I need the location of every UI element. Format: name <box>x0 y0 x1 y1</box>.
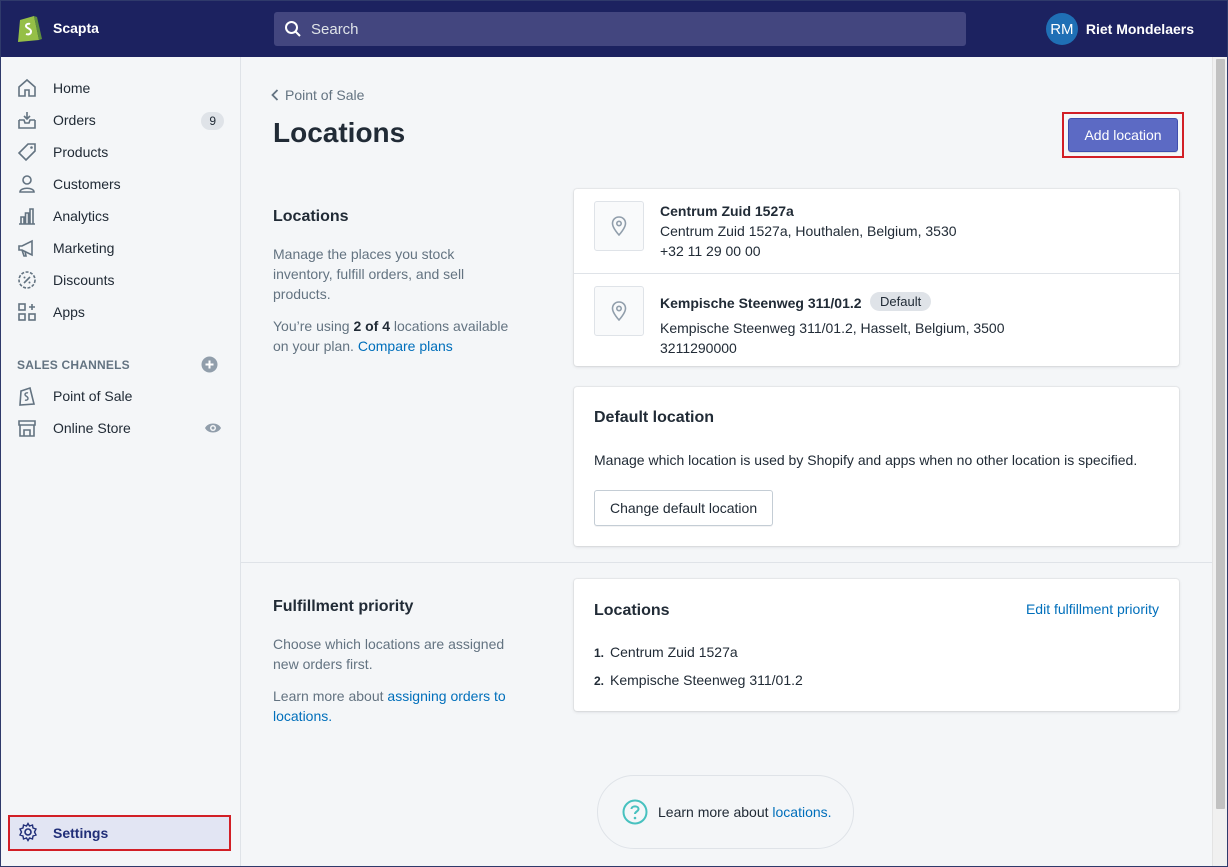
fulfillment-priority-card: Locations Edit fulfillment priority 1. Ce… <box>574 579 1179 711</box>
add-location-highlight: Add location <box>1062 112 1184 158</box>
sidebar-item-analytics[interactable]: Analytics <box>16 202 226 230</box>
sidebar-item-label: Marketing <box>53 240 115 256</box>
default-location-heading: Default location <box>594 409 715 426</box>
help-footer: Learn more about locations. <box>597 775 854 849</box>
priority-list-item: 2. Kempische Steenweg 311/01.2 <box>594 672 803 688</box>
priority-location-name: Kempische Steenweg 311/01.2 <box>610 672 803 688</box>
location-pin-icon <box>594 201 644 251</box>
store-icon <box>16 417 38 439</box>
orders-count-badge: 9 <box>201 112 224 130</box>
gear-icon <box>18 821 38 845</box>
location-row[interactable]: Centrum Zuid 1527a Centrum Zuid 1527a, H… <box>574 189 1179 274</box>
user-menu[interactable]: RM Riet Mondelaers <box>1045 13 1194 45</box>
add-location-button[interactable]: Add location <box>1068 118 1178 152</box>
default-location-card: Default location Manage which location i… <box>574 387 1179 546</box>
priority-list-item: 1. Centrum Zuid 1527a <box>594 644 738 660</box>
user-name: Riet Mondelaers <box>1085 21 1194 37</box>
main-content: Point of Sale Locations Add location Loc… <box>241 57 1212 867</box>
customer-icon <box>16 173 38 195</box>
help-prefix: Learn more about <box>658 804 773 820</box>
sidebar-item-label: Home <box>53 80 91 96</box>
location-name: Kempische Steenweg 311/01.2 <box>660 295 862 311</box>
sidebar-item-label: Discounts <box>53 272 115 288</box>
sidebar-item-online-store[interactable]: Online Store <box>16 414 226 442</box>
locations-help-link[interactable]: locations <box>772 804 827 820</box>
location-phone: 3211290000 <box>660 340 737 356</box>
breadcrumb-label: Point of Sale <box>285 87 365 103</box>
locations-list-card: Centrum Zuid 1527a Centrum Zuid 1527a, H… <box>574 189 1179 366</box>
help-text: Learn more about locations. <box>658 804 832 820</box>
avatar: RM <box>1045 13 1078 45</box>
default-badge: Default <box>870 292 932 311</box>
sidebar-item-label: Apps <box>53 304 85 320</box>
sidebar-item-label: Settings <box>53 825 109 841</box>
eye-icon[interactable] <box>204 421 222 435</box>
sidebar-item-label: Online Store <box>53 420 131 436</box>
megaphone-icon <box>16 237 38 259</box>
location-address: Kempische Steenweg 311/01.2, Hasselt, Be… <box>660 320 1005 336</box>
analytics-icon <box>16 205 38 227</box>
sidebar-item-label: Orders <box>53 112 96 128</box>
fulfillment-learn-more: Learn more about assigning orders to loc… <box>273 686 518 726</box>
store-name[interactable]: Scapta <box>53 20 99 36</box>
sales-channels-heading: SALES CHANNELS <box>17 358 130 372</box>
sidebar-item-apps[interactable]: Apps <box>16 298 226 326</box>
sidebar-item-customers[interactable]: Customers <box>16 170 226 198</box>
shopify-logo-icon[interactable] <box>16 13 42 43</box>
section-divider <box>241 562 1212 563</box>
sidebar-item-settings[interactable]: Settings <box>8 815 231 851</box>
search-input[interactable]: Search <box>274 12 966 46</box>
sidebar: Home Orders 9 Products Customers Analyti… <box>0 57 241 867</box>
search-icon <box>285 21 301 37</box>
default-location-text: Manage which location is used by Shopify… <box>594 452 1138 468</box>
locations-section-description: Manage the places you stock inventory, f… <box>273 246 465 302</box>
priority-location-name: Centrum Zuid 1527a <box>610 644 738 660</box>
sidebar-item-home[interactable]: Home <box>16 74 226 102</box>
location-pin-icon <box>594 286 644 336</box>
sidebar-item-label: Analytics <box>53 208 110 224</box>
sidebar-item-point-of-sale[interactable]: Point of Sale <box>16 382 226 410</box>
compare-plans-link[interactable]: Compare plans <box>358 338 453 354</box>
usage-count: 2 of 4 <box>353 318 391 334</box>
locations-section-heading: Locations <box>273 208 349 225</box>
pos-icon <box>16 385 38 407</box>
scrollbar[interactable] <box>1212 57 1227 866</box>
sidebar-item-label: Products <box>53 144 109 160</box>
sidebar-item-label: Point of Sale <box>53 388 133 404</box>
breadcrumb[interactable]: Point of Sale <box>271 87 364 103</box>
edit-fulfillment-priority-link[interactable]: Edit fulfillment priority <box>1026 601 1159 617</box>
add-channel-icon[interactable] <box>201 356 218 373</box>
plan-usage-text: You’re using 2 of 4 locations available … <box>273 316 518 356</box>
scrollbar-thumb[interactable] <box>1216 59 1225 809</box>
orders-icon <box>16 109 38 131</box>
fulfillment-priority-description: Choose which locations are assigned new … <box>273 636 505 672</box>
fulfillment-card-heading: Locations <box>594 602 670 619</box>
sidebar-item-marketing[interactable]: Marketing <box>16 234 226 262</box>
top-bar: Scapta Search RM Riet Mondelaers <box>0 0 1228 57</box>
discount-icon <box>16 269 38 291</box>
apps-icon <box>16 301 38 323</box>
priority-number: 2. <box>594 674 605 688</box>
question-icon <box>622 799 648 825</box>
location-phone: +32 11 29 00 00 <box>660 243 761 259</box>
search-placeholder: Search <box>311 20 359 38</box>
help-suffix: . <box>827 804 832 820</box>
change-default-location-button[interactable]: Change default location <box>594 490 774 526</box>
usage-prefix: You’re using <box>273 318 354 334</box>
sidebar-item-orders[interactable]: Orders 9 <box>16 106 226 134</box>
learn-prefix: Learn more about <box>273 688 388 704</box>
tag-icon <box>16 141 38 163</box>
page-title: Locations <box>273 117 406 148</box>
chevron-left-icon <box>271 89 279 101</box>
location-name: Centrum Zuid 1527a <box>660 203 794 219</box>
home-icon <box>16 77 38 99</box>
sidebar-item-products[interactable]: Products <box>16 138 226 166</box>
location-row[interactable]: Kempische Steenweg 311/01.2 Default Kemp… <box>574 274 1179 366</box>
sidebar-item-label: Customers <box>53 176 121 192</box>
priority-number: 1. <box>594 646 605 660</box>
fulfillment-priority-heading: Fulfillment priority <box>273 598 414 615</box>
location-address: Centrum Zuid 1527a, Houthalen, Belgium, … <box>660 223 957 239</box>
learn-suffix: . <box>328 708 333 724</box>
sidebar-item-discounts[interactable]: Discounts <box>16 266 226 294</box>
